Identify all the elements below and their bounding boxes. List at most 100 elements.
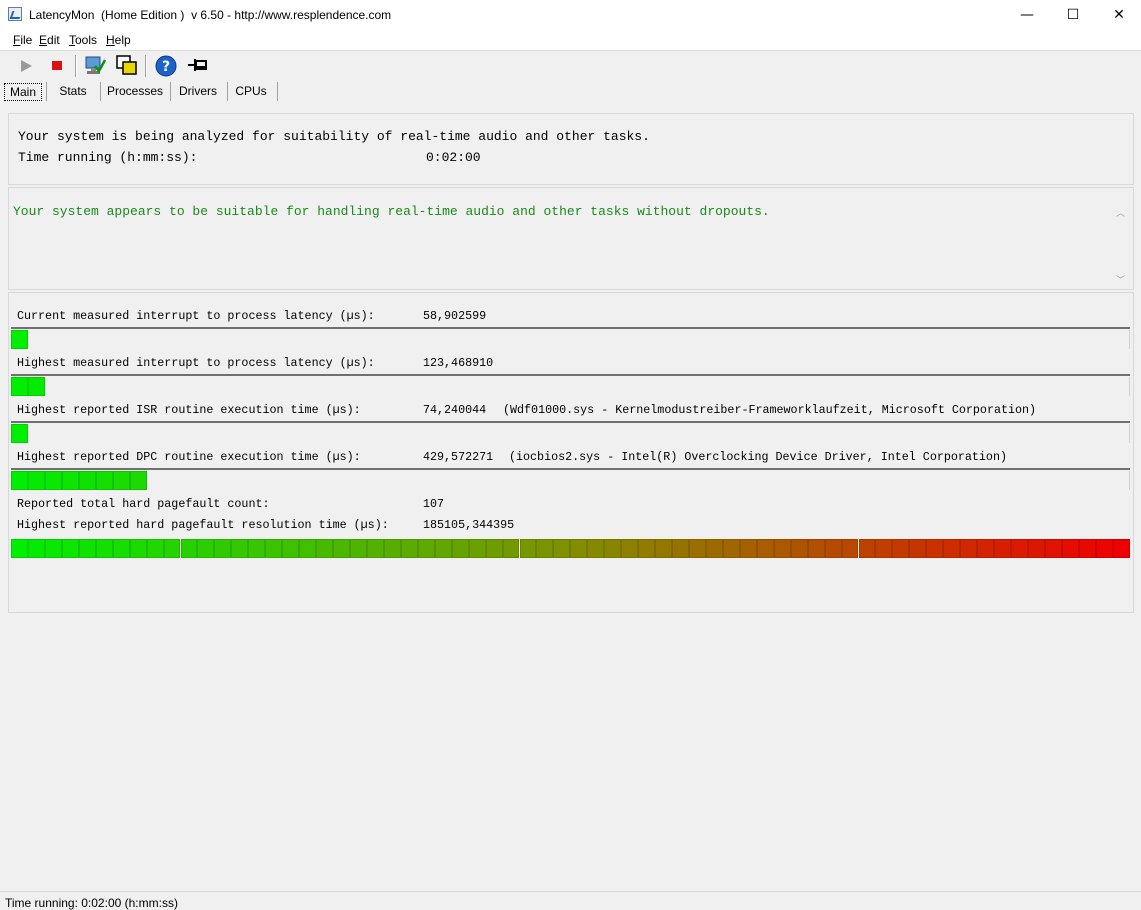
meter-segment xyxy=(350,539,367,558)
app-icon xyxy=(8,7,22,21)
tab-stats[interactable]: Stats xyxy=(50,83,96,101)
isr-meter xyxy=(11,424,1130,443)
time-running-value: 0:02:00 xyxy=(426,150,481,165)
meter-segment xyxy=(451,539,469,558)
meter-segment xyxy=(960,539,978,558)
meter-segment xyxy=(1044,539,1062,558)
maximize-button[interactable]: ☐ xyxy=(1050,0,1096,30)
help-icon[interactable]: ? xyxy=(154,54,178,78)
tab-drivers[interactable]: Drivers xyxy=(174,83,222,101)
meter-segment xyxy=(61,471,79,490)
window-title: LatencyMon (Home Edition ) v 6.50 - http… xyxy=(29,8,392,22)
meter-segment xyxy=(11,539,28,558)
isr-label: Highest reported ISR routine execution t… xyxy=(17,403,361,417)
windows-stack-icon[interactable] xyxy=(115,54,139,78)
pagefault-time-meter xyxy=(11,539,1130,558)
meter-segment xyxy=(299,539,317,558)
time-running-label: Time running (h:mm:ss): xyxy=(18,150,198,165)
dpc-driver-detail: (iocbios2.sys - Intel(R) Overclocking De… xyxy=(509,450,1007,464)
pin-icon[interactable] xyxy=(186,54,210,78)
meter-divider xyxy=(11,327,1130,329)
meter-segment xyxy=(858,539,876,558)
meter-segment xyxy=(1112,539,1130,558)
pagefault-count-label: Reported total hard pagefault count: xyxy=(17,497,270,511)
scroll-up-icon[interactable]: ︿ xyxy=(1116,206,1125,219)
computer-check-icon[interactable] xyxy=(83,54,107,78)
status-text: Time running: 0:02:00 (h:mm:ss) xyxy=(5,896,178,910)
meter-segment xyxy=(977,539,995,558)
meter-segment xyxy=(78,471,96,490)
menu-bar: File Edit Tools Help xyxy=(0,30,1141,51)
tab-cpus[interactable]: CPUs xyxy=(231,83,271,101)
meter-segment xyxy=(739,539,757,558)
meter-segment xyxy=(875,539,893,558)
meter-segment xyxy=(11,471,28,490)
meter-segment xyxy=(536,539,554,558)
meter-segment xyxy=(824,539,842,558)
meter-segment xyxy=(366,539,384,558)
meter-segment xyxy=(841,539,859,558)
tab-main[interactable]: Main xyxy=(4,83,42,101)
meter-segment xyxy=(756,539,774,558)
meter-segment xyxy=(163,539,181,558)
pagefault-time-label: Highest reported hard pagefault resoluti… xyxy=(17,518,389,532)
close-button[interactable]: ✕ xyxy=(1096,0,1141,30)
menu-edit[interactable]: Edit xyxy=(39,33,60,47)
minimize-button[interactable]: — xyxy=(1004,0,1050,30)
meter-segment xyxy=(994,539,1012,558)
meter-segment xyxy=(95,471,113,490)
meter-segment xyxy=(112,471,130,490)
dpc-label: Highest reported DPC routine execution t… xyxy=(17,450,361,464)
meter-segment xyxy=(790,539,808,558)
title-bar[interactable]: LatencyMon (Home Edition ) v 6.50 - http… xyxy=(0,0,1141,30)
meter-segment xyxy=(27,471,45,490)
tab-processes[interactable]: Processes xyxy=(104,83,166,101)
menu-tools[interactable]: Tools xyxy=(69,33,97,47)
meter-segment xyxy=(248,539,266,558)
meter-segment xyxy=(129,539,147,558)
meter-divider xyxy=(11,421,1130,423)
meter-segment xyxy=(1011,539,1028,558)
svg-text:?: ? xyxy=(162,59,170,75)
scroll-down-icon[interactable]: ﹀ xyxy=(1116,273,1125,286)
meter-segment xyxy=(282,539,300,558)
meter-segment xyxy=(689,539,706,558)
dpc-value: 429,572271 xyxy=(423,450,494,464)
meter-divider xyxy=(11,374,1130,376)
meter-segment xyxy=(773,539,791,558)
current-latency-meter xyxy=(11,330,1130,349)
menu-help[interactable]: Help xyxy=(106,33,131,47)
tab-separator xyxy=(100,82,101,101)
toolbar: ? xyxy=(0,51,1141,81)
meter-segment xyxy=(78,539,96,558)
meter-segment xyxy=(95,539,113,558)
meter-segment xyxy=(722,539,740,558)
meter-segment xyxy=(316,539,334,558)
meter-segment xyxy=(1028,539,1045,558)
meter-segment xyxy=(943,539,961,558)
meter-segment xyxy=(383,539,401,558)
meter-segment xyxy=(44,471,62,490)
meter-segment xyxy=(519,539,537,558)
current-latency-value: 58,902599 xyxy=(423,309,487,323)
stop-icon[interactable] xyxy=(45,54,69,78)
meter-segment xyxy=(333,539,350,558)
meter-segment xyxy=(892,539,910,558)
meter-segment xyxy=(11,377,28,396)
meter-segment xyxy=(231,539,249,558)
conclusion-panel xyxy=(8,187,1134,290)
meter-segment xyxy=(61,539,79,558)
meter-segment xyxy=(1061,539,1079,558)
meter-segment xyxy=(502,539,520,558)
play-icon[interactable] xyxy=(14,54,38,78)
meter-segment xyxy=(604,539,622,558)
meter-segment xyxy=(655,539,673,558)
meter-segment xyxy=(27,539,45,558)
meter-segment xyxy=(570,539,588,558)
toolbar-separator xyxy=(75,55,77,77)
meter-segment xyxy=(11,424,28,443)
highest-latency-meter xyxy=(11,377,1130,396)
meter-segment xyxy=(1095,539,1113,558)
menu-file[interactable]: File xyxy=(13,33,32,47)
tab-separator xyxy=(46,82,47,101)
